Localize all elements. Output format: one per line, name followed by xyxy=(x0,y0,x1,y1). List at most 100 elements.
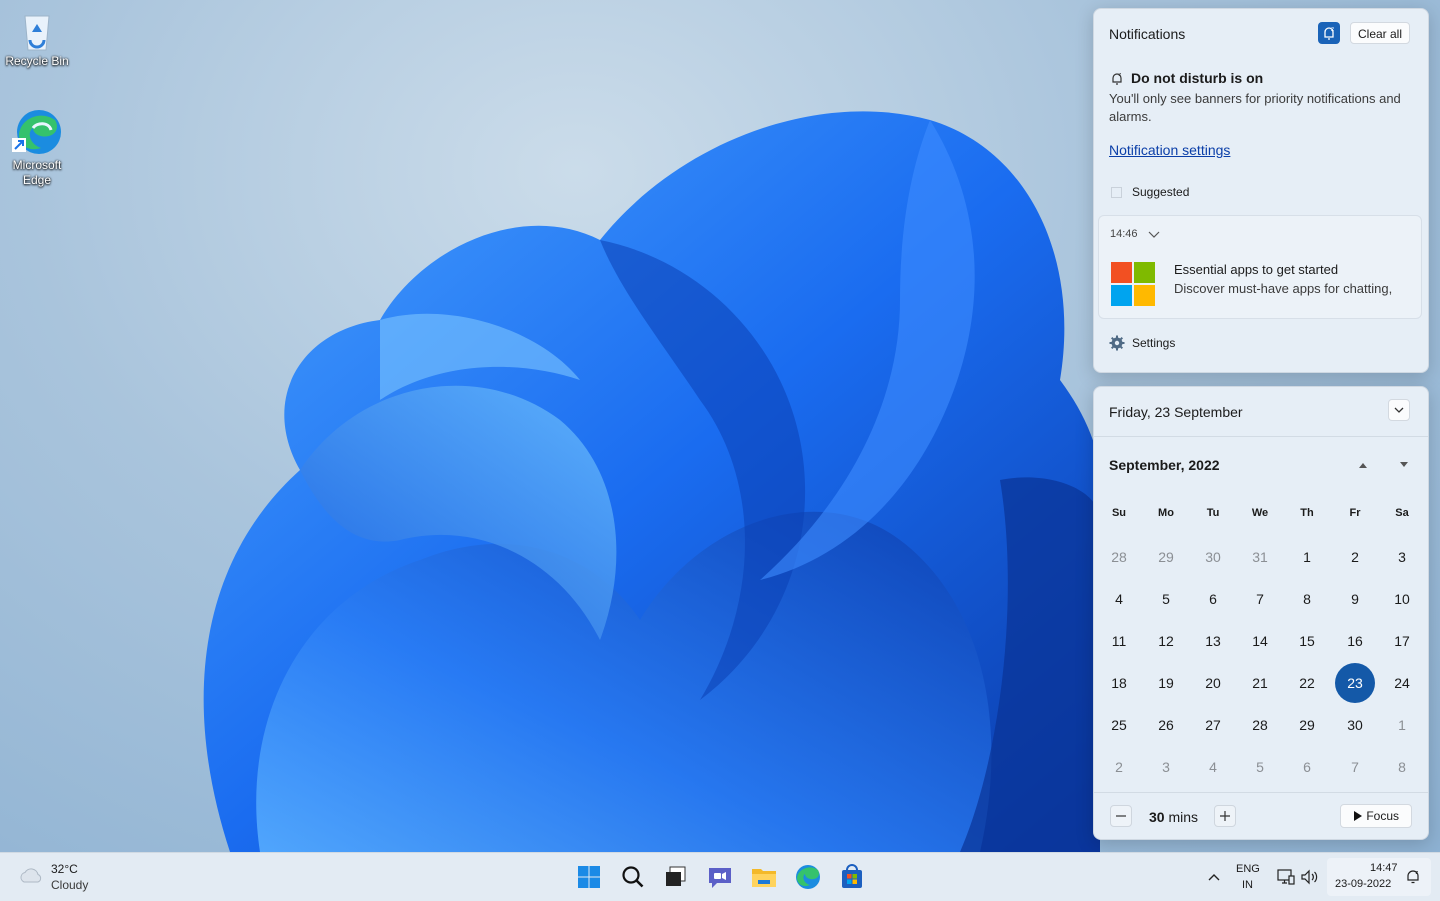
previous-month-icon[interactable] xyxy=(1357,460,1369,470)
calendar-day[interactable]: 9 xyxy=(1335,579,1375,619)
notifications-title: Notifications xyxy=(1109,26,1186,42)
calendar-day[interactable]: 7 xyxy=(1240,579,1280,619)
calendar-day[interactable]: 13 xyxy=(1193,621,1233,661)
toast-timestamp: 14:46 xyxy=(1110,228,1138,240)
calendar-day[interactable]: 21 xyxy=(1240,663,1280,703)
network-icon[interactable] xyxy=(1276,868,1296,886)
calendar-day-adjacent[interactable]: 8 xyxy=(1382,747,1422,787)
calendar-day-adjacent[interactable]: 31 xyxy=(1240,537,1280,577)
dnd-status-description: You'll only see banners for priority not… xyxy=(1109,91,1401,124)
clock-date[interactable]: 23-09-2022 xyxy=(1335,878,1391,890)
divider xyxy=(1094,792,1428,793)
do-not-disturb-toggle[interactable]: z xyxy=(1318,22,1340,44)
notification-settings-link[interactable]: Notification settings xyxy=(1109,142,1230,158)
language-region[interactable]: IN xyxy=(1242,879,1253,891)
calendar-day-adjacent[interactable]: 30 xyxy=(1193,537,1233,577)
desktop-icon-recycle-bin[interactable]: Recycle Bin xyxy=(0,10,74,69)
calendar-day[interactable]: 14 xyxy=(1240,621,1280,661)
svg-text:z: z xyxy=(1119,72,1122,78)
calendar-collapse-button[interactable] xyxy=(1388,399,1410,421)
volume-icon[interactable] xyxy=(1300,868,1320,886)
store-icon[interactable] xyxy=(836,861,868,893)
weather-temperature[interactable]: 32°C xyxy=(51,862,78,876)
calendar-day[interactable]: 8 xyxy=(1287,579,1327,619)
calendar-day[interactable]: 10 xyxy=(1382,579,1422,619)
settings-link[interactable]: Settings xyxy=(1132,336,1175,350)
calendar-day[interactable]: 3 xyxy=(1382,537,1422,577)
notification-center: Notifications z Clear all z Do not distu… xyxy=(1093,8,1429,373)
chevron-down-icon[interactable] xyxy=(1147,227,1161,241)
weekday-label: Sa xyxy=(1395,507,1409,519)
calendar-day[interactable]: 25 xyxy=(1099,705,1139,745)
calendar-day[interactable]: 26 xyxy=(1146,705,1186,745)
calendar-day[interactable]: 2 xyxy=(1335,537,1375,577)
calendar-day[interactable]: 20 xyxy=(1193,663,1233,703)
calendar-flyout: Friday, 23 September September, 2022 Su … xyxy=(1093,386,1429,840)
calendar-day[interactable]: 24 xyxy=(1382,663,1422,703)
calendar-day[interactable]: 30 xyxy=(1335,705,1375,745)
calendar-day[interactable]: 4 xyxy=(1099,579,1139,619)
calendar-day[interactable]: 27 xyxy=(1193,705,1233,745)
play-icon xyxy=(1353,811,1362,821)
edge-icon xyxy=(12,110,61,154)
calendar-day[interactable]: 17 xyxy=(1382,621,1422,661)
calendar-month-label[interactable]: September, 2022 xyxy=(1109,457,1220,473)
weekday-label: Su xyxy=(1111,507,1127,519)
clear-all-button[interactable]: Clear all xyxy=(1350,22,1410,44)
calendar-day-adjacent[interactable]: 3 xyxy=(1146,747,1186,787)
calendar-day-adjacent[interactable]: 2 xyxy=(1099,747,1139,787)
task-view-icon[interactable] xyxy=(660,861,692,893)
calendar-day[interactable]: 12 xyxy=(1146,621,1186,661)
chat-icon[interactable] xyxy=(704,861,736,893)
calendar-day[interactable]: 15 xyxy=(1287,621,1327,661)
clock-time[interactable]: 14:47 xyxy=(1370,862,1398,874)
calendar-day[interactable]: 11 xyxy=(1099,621,1139,661)
desktop-icon-label: Microsoft Edge xyxy=(12,158,62,187)
desktop-icon-label: Recycle Bin xyxy=(5,54,69,68)
cloudy-weather-icon[interactable] xyxy=(18,865,44,885)
calendar-day[interactable]: 22 xyxy=(1287,663,1327,703)
calendar-day-adjacent[interactable]: 5 xyxy=(1240,747,1280,787)
calendar-day[interactable]: 29 xyxy=(1287,705,1327,745)
start-icon[interactable] xyxy=(573,861,605,893)
calendar-day-adjacent[interactable]: 28 xyxy=(1099,537,1139,577)
calendar-day-adjacent[interactable]: 1 xyxy=(1382,705,1422,745)
microsoft-logo-icon xyxy=(1111,262,1155,306)
file-explorer-icon[interactable] xyxy=(748,861,780,893)
chevron-down-icon xyxy=(1394,407,1404,413)
focus-duration: 30 mins xyxy=(1149,809,1198,825)
calendar-date-header: Friday, 23 September xyxy=(1109,404,1243,420)
notification-group-label: Suggested xyxy=(1132,185,1190,199)
weekday-label: Mo xyxy=(1158,507,1174,519)
focus-decrease-button[interactable] xyxy=(1110,805,1132,827)
calendar-day[interactable]: 28 xyxy=(1240,705,1280,745)
calendar-day-adjacent[interactable]: 6 xyxy=(1287,747,1327,787)
calendar-day[interactable]: 5 xyxy=(1146,579,1186,619)
next-month-icon[interactable] xyxy=(1398,460,1410,470)
calendar-day[interactable]: 16 xyxy=(1335,621,1375,661)
svg-text:z: z xyxy=(1331,26,1334,33)
bell-snooze-icon: z xyxy=(1324,26,1334,40)
notification-bell-icon[interactable]: z xyxy=(1405,868,1421,884)
search-icon[interactable] xyxy=(617,861,649,893)
desktop-icon-edge[interactable]: Microsoft Edge xyxy=(0,108,74,188)
calendar-day-today[interactable]: 23 xyxy=(1335,663,1375,703)
chevron-up-icon[interactable] xyxy=(1206,869,1222,885)
calendar-day-adjacent[interactable]: 4 xyxy=(1193,747,1233,787)
calendar-day[interactable]: 1 xyxy=(1287,537,1327,577)
weather-condition[interactable]: Cloudy xyxy=(51,878,88,892)
calendar-day[interactable]: 19 xyxy=(1146,663,1186,703)
focus-increase-button[interactable] xyxy=(1214,805,1236,827)
calendar-day-adjacent[interactable]: 29 xyxy=(1146,537,1186,577)
edge-icon[interactable] xyxy=(792,861,824,893)
calendar-day-adjacent[interactable]: 7 xyxy=(1335,747,1375,787)
calendar-day[interactable]: 6 xyxy=(1193,579,1233,619)
notification-toast[interactable]: 14:46 Essential apps to get started Disc… xyxy=(1098,215,1422,319)
dnd-status-title: Do not disturb is on xyxy=(1131,70,1264,86)
taskbar: 32°C Cloudy ENG IN 14:47 23-09-2022 z xyxy=(0,852,1440,901)
toast-body: Discover must-have apps for chatting, xyxy=(1174,281,1393,296)
language-indicator[interactable]: ENG xyxy=(1236,863,1260,875)
start-focus-button[interactable]: Focus xyxy=(1340,804,1412,828)
calendar-day[interactable]: 18 xyxy=(1099,663,1139,703)
minus-icon xyxy=(1116,815,1126,817)
